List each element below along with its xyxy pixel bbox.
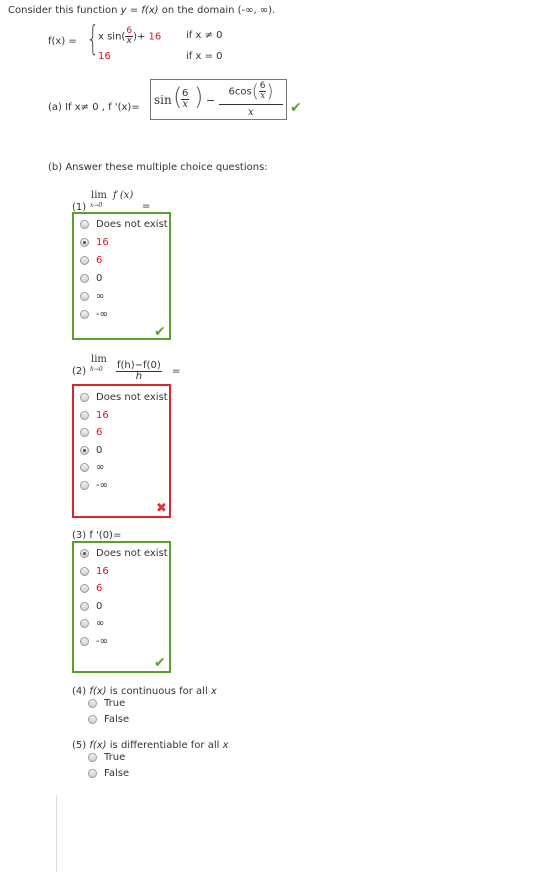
q3-option-5-label: ∞	[96, 618, 105, 629]
q1-equals: =	[142, 201, 151, 212]
answer-inner-fraction: 6x	[181, 88, 190, 110]
q2-option-5-radio[interactable]	[80, 463, 89, 472]
q1-option-4-radio[interactable]	[80, 274, 89, 283]
q3-option-4-label: 0	[96, 600, 103, 612]
q5-option-2-label: False	[104, 768, 130, 779]
q2-option-1-radio[interactable]	[80, 393, 89, 402]
q3-option-3-radio[interactable]	[80, 584, 89, 593]
q1-option-5-radio[interactable]	[80, 292, 89, 301]
q1-option-1-radio[interactable]	[80, 220, 89, 229]
q1-expression: f (x)	[113, 190, 134, 201]
q1-option-3-label: 6	[96, 255, 103, 266]
answer-a-box[interactable]: sin ( 6x ) − 6cos(6 x) x	[150, 79, 287, 120]
q2-option-3-label: 6	[96, 427, 103, 438]
q1-option-6-label: -∞	[96, 309, 108, 320]
right-paren: )	[194, 83, 204, 111]
q2-option-5-label: ∞	[96, 462, 105, 473]
q5-option-2-radio[interactable]	[88, 769, 97, 778]
q2-option-6-radio[interactable]	[80, 480, 89, 490]
q1-option-6-radio[interactable]	[80, 310, 89, 319]
answer-minus: −	[206, 94, 216, 107]
q3-option-6-radio[interactable]	[80, 636, 89, 646]
q3-option-2-label: 16	[96, 565, 109, 577]
q2-lim: lim	[91, 354, 107, 365]
answer-denominator: x	[248, 107, 254, 118]
q1-lim: lim	[91, 190, 107, 201]
q4-option-2-radio[interactable]	[88, 715, 97, 724]
q1-option-5-label: ∞	[96, 291, 105, 302]
case-2-condition: if x = 0	[186, 51, 223, 62]
q3-option-2-radio[interactable]	[80, 566, 89, 576]
q1-option-3-radio[interactable]	[80, 256, 89, 265]
q3-label: (3) f '(0)=	[72, 530, 122, 541]
case-2-value: 16	[98, 51, 111, 62]
q5-option-1-label: True	[104, 752, 126, 763]
q2-option-4-radio[interactable]	[80, 445, 89, 455]
q3-option-5-radio[interactable]	[80, 619, 89, 628]
q4-option-1-label: True	[104, 698, 126, 709]
part-a-label: (a) If x≠ 0 , f '(x)=	[48, 102, 140, 113]
q2-difference-quotient: f(h)−f(0) h	[116, 360, 162, 382]
q2-number: (2)	[72, 366, 87, 377]
q3-option-1-radio[interactable]	[80, 549, 89, 558]
q2-option-3-radio[interactable]	[80, 428, 89, 437]
q1-option-2-label: 16	[96, 237, 109, 248]
q2-option-2-radio[interactable]	[80, 410, 89, 420]
q2-option-4-label: 0	[96, 444, 103, 456]
check-mark-icon: ✔	[154, 655, 166, 671]
q2-lim-subscript: h→0	[90, 366, 103, 373]
case-1-expression: x sin(6 x)+ 16	[98, 26, 162, 46]
q2-option-2-label: 16	[96, 409, 109, 421]
q1-option-1-label: Does not exist	[96, 219, 168, 230]
q3-option-4-radio[interactable]	[80, 601, 89, 611]
intro-text: Consider this function y = f(x) on the d…	[8, 5, 276, 16]
x-mark-icon: ✖	[156, 501, 167, 516]
q2-option-6-label: -∞	[96, 479, 108, 491]
q3-option-6-label: -∞	[96, 635, 108, 647]
q1-lim-subscript: x→0	[90, 202, 103, 209]
q1-option-4-label: 0	[96, 273, 103, 284]
check-mark-icon: ✔	[290, 100, 302, 116]
check-mark-icon: ✔	[154, 324, 166, 340]
case-1-condition: if x ≠ 0	[186, 30, 223, 41]
q5-statement: (5) f(x) is differentiable for all x	[72, 740, 229, 751]
q4-statement: (4) f(x) is continuous for all x	[72, 686, 217, 697]
divider	[56, 795, 57, 872]
part-b-heading: (b) Answer these multiple choice questio…	[48, 162, 268, 173]
q3-option-3-label: 6	[96, 583, 103, 594]
answer-numerator: 6cos(6 x)	[219, 81, 283, 105]
q2-equals: =	[172, 366, 181, 377]
function-lhs: f(x) =	[48, 36, 77, 47]
answer-sin: sin	[154, 93, 172, 107]
q4-option-2-label: False	[104, 714, 130, 725]
q1-option-2-radio[interactable]	[80, 238, 89, 247]
q3-option-1-label: Does not exist	[96, 548, 168, 559]
q5-option-1-radio[interactable]	[88, 753, 97, 762]
q4-option-1-radio[interactable]	[88, 699, 97, 708]
q2-option-1-label: Does not exist	[96, 392, 168, 403]
